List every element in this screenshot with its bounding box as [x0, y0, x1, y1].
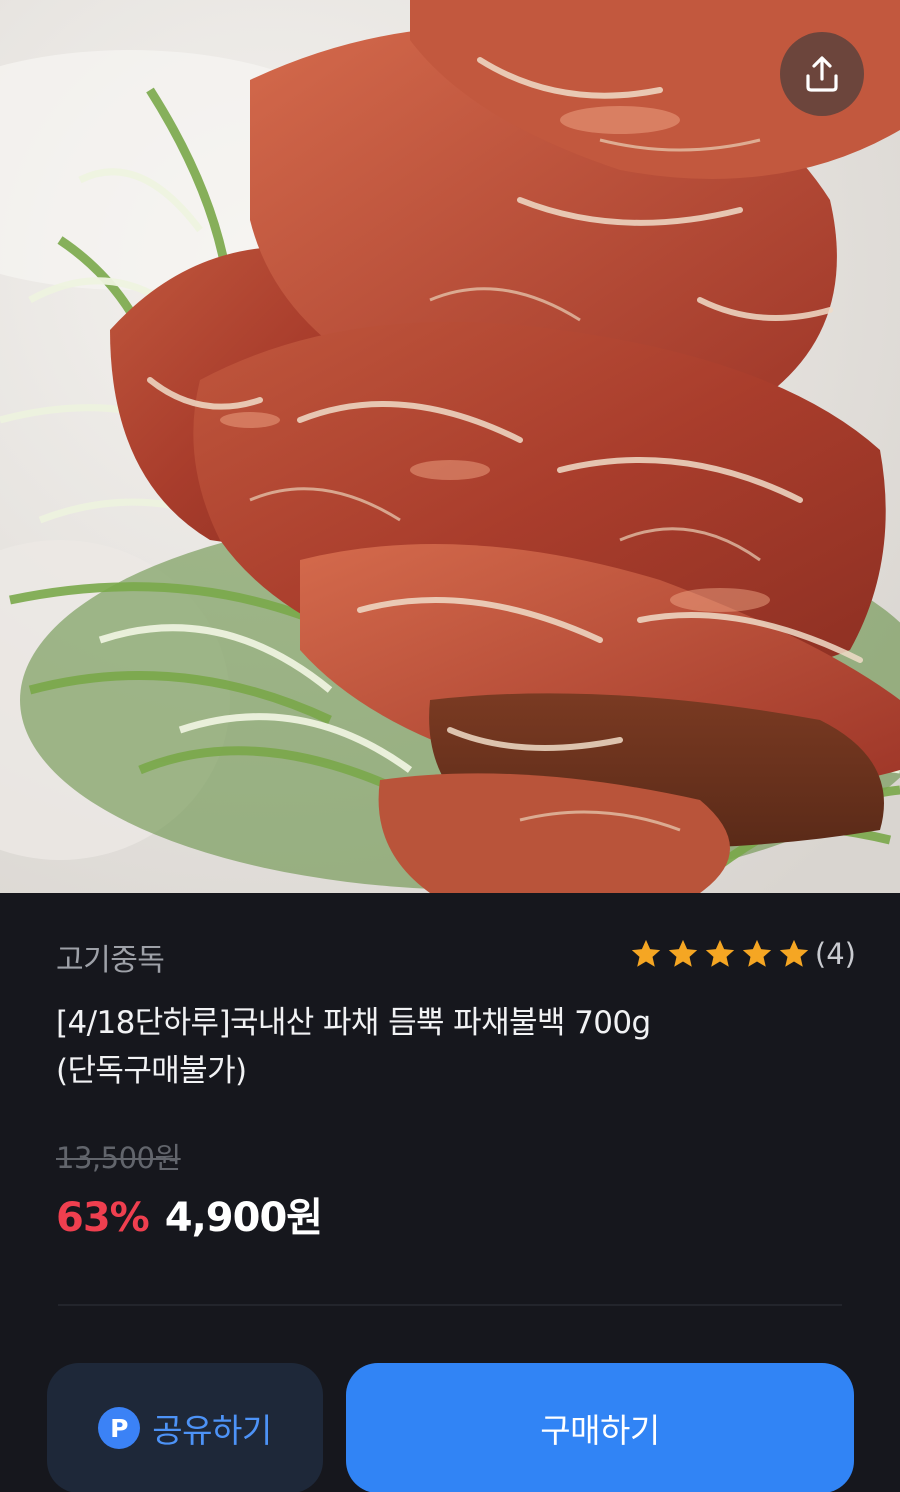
buy-button[interactable]: 구매하기: [346, 1363, 854, 1492]
share-upload-icon: [806, 56, 838, 92]
product-title: [4/18단하루]국내산 파채 듬뿍 파채불백 700g (단독구매불가): [56, 999, 836, 1095]
star-icon: [779, 939, 809, 967]
review-count: (4): [814, 937, 856, 971]
discount-rate: 63%: [56, 1195, 150, 1241]
star-icon: [742, 939, 772, 967]
point-badge-icon: P: [98, 1407, 141, 1449]
sale-price: 4,900원: [164, 1195, 323, 1241]
original-price: 13,500원: [56, 1141, 181, 1175]
star-icon: [631, 939, 661, 967]
star-icon: [705, 939, 735, 967]
share-button[interactable]: [780, 32, 864, 116]
product-title-line2: (단독구매불가): [56, 1053, 247, 1089]
seller-name[interactable]: 고기중독: [56, 935, 165, 979]
product-title-line1: [4/18단하루]국내산 파채 듬뿍 파채불백 700g: [56, 1005, 651, 1041]
price-row: 63% 4,900원: [56, 1185, 323, 1243]
divider: [58, 1304, 842, 1306]
star-icon: [668, 939, 698, 967]
product-image[interactable]: [0, 0, 900, 893]
product-detail-page: 고기중독 (4) [4/18단하루]국내산 파채 듬뿍 파채불백 700g (단…: [0, 0, 900, 1492]
share-point-button[interactable]: P 공유하기: [47, 1363, 323, 1492]
product-info: 고기중독 (4) [4/18단하루]국내산 파채 듬뿍 파채불백 700g (단…: [0, 893, 900, 1492]
buy-button-label: 구매하기: [540, 1411, 660, 1450]
share-point-label: 공유하기: [152, 1411, 272, 1450]
meat-photo-illustration: [0, 0, 900, 893]
rating[interactable]: (4): [626, 937, 856, 971]
